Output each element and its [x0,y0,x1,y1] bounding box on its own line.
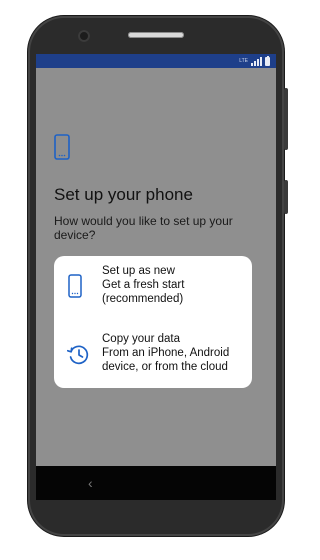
phone-icon [68,274,82,298]
option-setup-new[interactable]: Set up as new Get a fresh start (recomme… [54,264,252,319]
earpiece-speaker [128,32,184,38]
option-copy-data-text: Copy your data From an iPhone, Android d… [102,332,229,374]
volume-button [284,88,288,150]
option-title: Copy your data [102,333,180,345]
option-subtitle: (recommended) [102,293,184,305]
page-title: Set up your phone [54,185,193,204]
option-subtitle: device, or from the cloud [102,361,228,373]
navigation-bar: ‹ [36,466,276,500]
phone-icon [54,134,70,160]
setup-question: How would you like to set up your device… [54,214,233,242]
restore-clock-icon [66,345,89,365]
screen: LTE Set up your phone How would you like… [36,54,276,500]
network-label: LTE [239,58,248,64]
signal-icon [251,56,262,66]
front-camera [78,30,90,42]
option-copy-data[interactable]: Copy your data From an iPhone, Android d… [54,332,252,384]
option-subtitle: Get a fresh start [102,279,185,291]
setup-options-card: Set up as new Get a fresh start (recomme… [54,256,252,388]
option-title: Set up as new [102,265,175,277]
option-subtitle: From an iPhone, Android [102,347,230,359]
status-icons: LTE [239,55,270,66]
status-bar: LTE [36,54,276,68]
option-setup-new-text: Set up as new Get a fresh start (recomme… [102,264,184,306]
phone-frame: LTE Set up your phone How would you like… [28,16,284,536]
power-button [284,180,288,214]
back-button[interactable]: ‹ [88,474,93,492]
battery-icon [265,55,270,66]
